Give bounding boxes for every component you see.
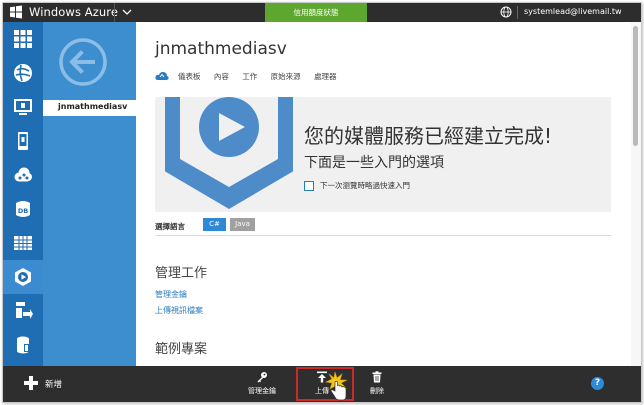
virtual-machines-icon (14, 99, 32, 115)
top-bar: Windows Azure 信用額度狀態 systemlead@livemail… (3, 3, 641, 22)
upload-video-link[interactable]: 上傳視訊檔案 (155, 305, 203, 316)
trash-icon (372, 371, 382, 383)
storage-icon (14, 236, 32, 250)
nav-service-bus[interactable] (3, 294, 43, 328)
new-button[interactable]: 新增 (45, 378, 62, 390)
quickstart-banner: 您的媒體服務已經建立完成! 下面是一些入門的選項 下一次瀏覽時略過快速入門 (155, 97, 611, 212)
key-icon (257, 372, 267, 383)
language-csharp-button[interactable]: C# (203, 218, 226, 231)
main-content: jnmathmediasv 儀表板 內容 工作 原始來源 處理器 您的媒體服務已… (136, 22, 641, 366)
sql-database-icon: DB (16, 201, 30, 217)
nav-media-services[interactable] (3, 260, 43, 294)
scrollbar-thumb[interactable] (633, 26, 638, 146)
brand-title[interactable]: Windows Azure (29, 5, 118, 19)
section-samples-heading: 範例專案 (155, 342, 208, 357)
nav-sql-databases[interactable]: DB (3, 192, 43, 226)
banner-heading: 您的媒體服務已經建立完成! (304, 124, 553, 148)
checkbox-label: 下一次瀏覽時略過快速入門 (320, 181, 410, 190)
tab-content[interactable]: 內容 (214, 72, 229, 81)
language-java-button[interactable]: Java (230, 218, 255, 231)
checkbox-box[interactable] (304, 180, 314, 191)
portal-window: Windows Azure 信用額度狀態 systemlead@livemail… (2, 2, 642, 403)
divider (517, 6, 518, 19)
nav-storage[interactable] (3, 226, 43, 260)
globe-icon[interactable] (500, 6, 512, 18)
nav-mobile-services[interactable] (3, 124, 43, 158)
cloud-icon (155, 71, 169, 80)
divider (114, 3, 115, 22)
nav-cloud-services[interactable] (3, 158, 43, 192)
grid-icon (14, 30, 32, 48)
language-selector: 選擇語言 C# Java (155, 218, 611, 236)
nav-data[interactable] (3, 328, 43, 362)
tab-jobs[interactable]: 工作 (242, 72, 257, 81)
nav-web-sites[interactable] (3, 56, 43, 90)
user-account[interactable]: systemlead@livemail.tw (524, 7, 622, 16)
chevron-down-icon[interactable] (121, 6, 133, 18)
command-bar: 新增 管理金鑰 上傳 刪除 ? (3, 366, 641, 402)
manage-keys-link[interactable]: 管理金鑰 (155, 289, 187, 300)
nav-all-items[interactable] (3, 22, 43, 56)
plus-icon[interactable] (24, 376, 38, 390)
service-name: jnmathmediasv (58, 102, 128, 111)
banner-subheading: 下面是一些入門的選項 (304, 155, 444, 171)
media-services-icon (15, 268, 31, 286)
tab-bar: 儀表板 內容 工作 原始來源 處理器 (178, 71, 348, 82)
nav-virtual-machines[interactable] (3, 90, 43, 124)
manage-keys-button[interactable]: 管理金鑰 (240, 369, 284, 399)
tab-dashboard[interactable]: 儀表板 (178, 72, 201, 81)
service-bus-icon (16, 302, 33, 319)
mobile-services-icon (18, 132, 28, 150)
media-services-logo-icon (165, 97, 293, 209)
svg-text:DB: DB (18, 207, 28, 215)
delete-button[interactable]: 刪除 (355, 369, 399, 399)
delete-label: 刪除 (370, 387, 384, 395)
section-manage-heading: 管理工作 (155, 266, 208, 281)
windows-logo-icon[interactable] (9, 5, 23, 19)
web-sites-icon (14, 64, 32, 82)
back-arrow-icon[interactable] (58, 37, 108, 87)
page-title: jnmathmediasv (155, 39, 287, 59)
language-label: 選擇語言 (155, 222, 185, 231)
credit-status-button[interactable]: 信用額度狀態 (265, 3, 367, 22)
service-panel: jnmathmediasv (43, 22, 136, 366)
selected-service-item[interactable]: jnmathmediasv (43, 100, 136, 116)
tab-processors[interactable]: 處理器 (314, 72, 337, 81)
data-icon (17, 336, 29, 354)
service-nav: DB (3, 22, 43, 366)
skip-quickstart-checkbox[interactable]: 下一次瀏覽時略過快速入門 (304, 180, 410, 191)
cursor-hand-icon (325, 371, 348, 401)
manage-keys-label: 管理金鑰 (248, 387, 276, 395)
help-icon[interactable]: ? (591, 377, 604, 390)
tab-origins[interactable]: 原始來源 (271, 72, 301, 81)
cloud-services-icon (14, 167, 32, 182)
